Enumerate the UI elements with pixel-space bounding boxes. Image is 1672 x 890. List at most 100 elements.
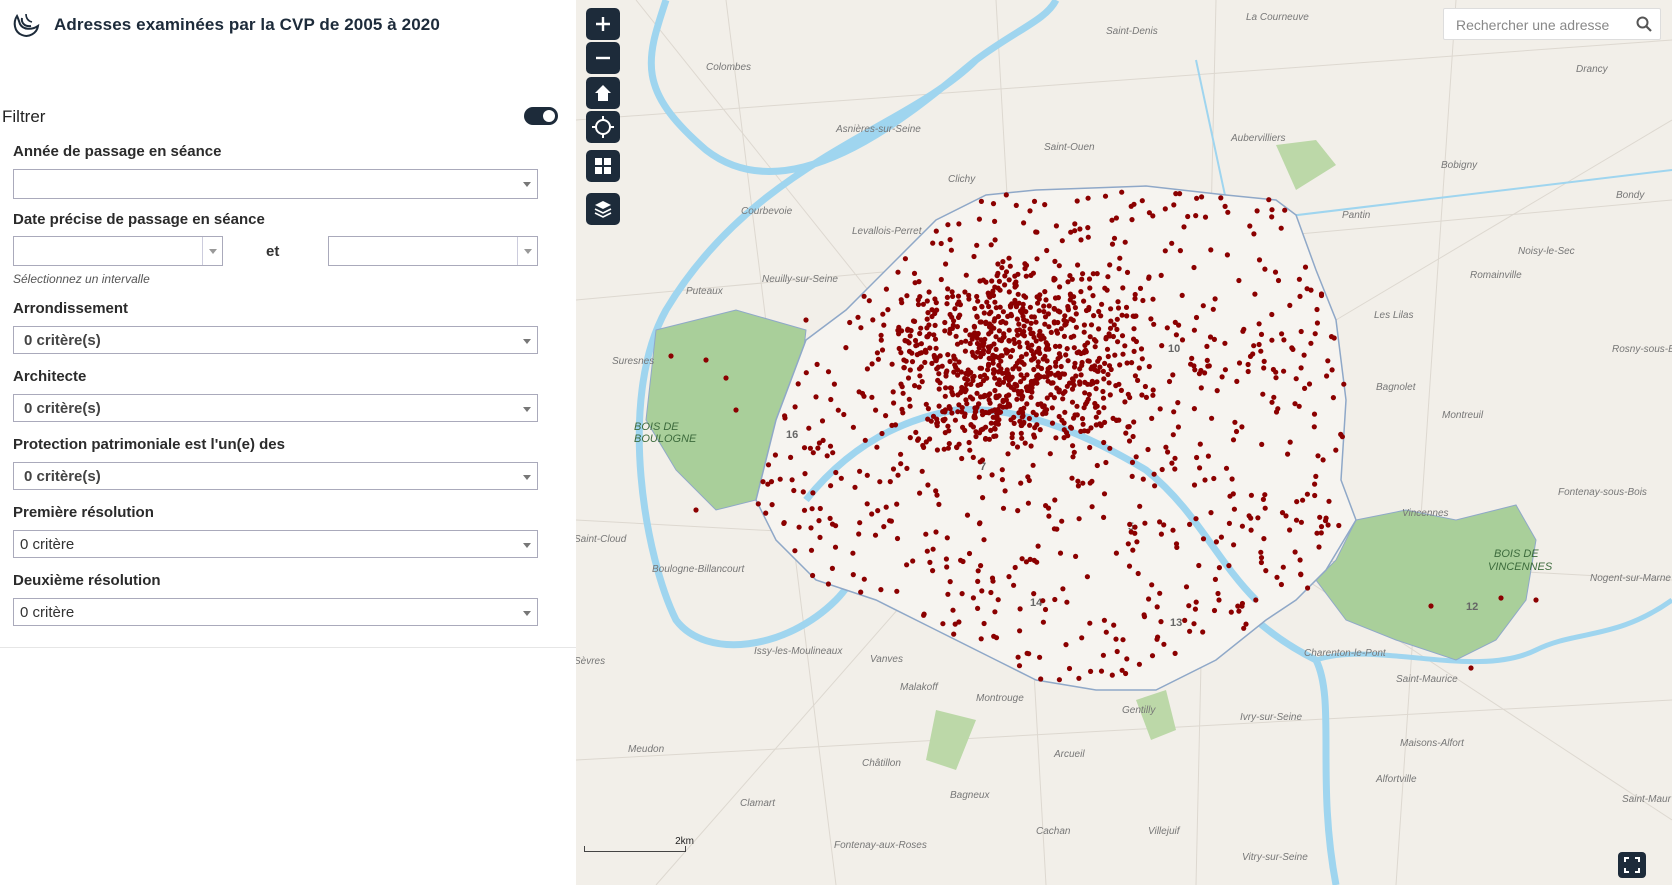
address-marker[interactable] (830, 450, 836, 456)
address-marker[interactable] (1247, 353, 1254, 359)
address-marker[interactable] (1124, 313, 1130, 319)
address-marker[interactable] (1241, 326, 1247, 332)
address-marker[interactable] (1269, 337, 1275, 343)
address-marker[interactable] (1018, 430, 1024, 436)
address-marker[interactable] (1255, 515, 1261, 521)
address-marker[interactable] (1053, 363, 1059, 369)
address-marker[interactable] (925, 482, 931, 488)
address-marker[interactable] (703, 357, 709, 363)
address-marker[interactable] (1053, 435, 1059, 441)
address-marker[interactable] (1034, 294, 1040, 300)
address-marker[interactable] (1177, 248, 1183, 254)
address-marker[interactable] (915, 297, 921, 303)
address-marker[interactable] (974, 313, 980, 319)
address-marker[interactable] (856, 389, 862, 395)
address-marker[interactable] (967, 332, 973, 338)
address-marker[interactable] (1333, 447, 1339, 453)
address-marker[interactable] (943, 556, 949, 562)
address-marker[interactable] (958, 557, 964, 563)
address-marker[interactable] (1031, 434, 1038, 440)
address-marker[interactable] (889, 361, 895, 367)
address-marker[interactable] (1117, 255, 1123, 261)
address-marker[interactable] (806, 425, 812, 431)
address-marker[interactable] (1226, 520, 1232, 527)
address-marker[interactable] (1082, 390, 1088, 396)
address-marker[interactable] (1036, 308, 1042, 314)
address-marker[interactable] (1271, 394, 1277, 400)
address-marker[interactable] (1128, 529, 1134, 535)
address-marker[interactable] (1172, 319, 1178, 325)
address-marker[interactable] (1114, 326, 1120, 332)
address-marker[interactable] (1256, 257, 1263, 263)
address-marker[interactable] (887, 479, 893, 485)
address-marker[interactable] (1024, 401, 1030, 407)
date-end-dropdown[interactable] (517, 237, 537, 265)
address-marker[interactable] (772, 452, 778, 458)
address-marker[interactable] (1041, 303, 1047, 309)
address-marker[interactable] (1119, 312, 1125, 318)
address-marker[interactable] (1069, 376, 1076, 382)
address-marker[interactable] (864, 501, 870, 507)
address-marker[interactable] (1084, 574, 1090, 580)
address-marker[interactable] (1035, 359, 1041, 365)
address-marker[interactable] (1304, 286, 1310, 292)
address-marker[interactable] (980, 277, 986, 283)
address-marker[interactable] (1218, 195, 1224, 201)
address-marker[interactable] (1219, 374, 1225, 380)
address-marker[interactable] (792, 404, 798, 410)
address-marker[interactable] (1011, 414, 1017, 420)
address-marker[interactable] (1017, 606, 1023, 612)
address-marker[interactable] (1037, 654, 1043, 660)
architecte-select[interactable]: 0 critère(s) (13, 394, 538, 422)
address-marker[interactable] (1054, 330, 1061, 336)
address-marker[interactable] (1127, 521, 1133, 528)
address-marker[interactable] (1231, 506, 1237, 512)
address-marker[interactable] (850, 572, 856, 578)
address-marker[interactable] (817, 505, 823, 512)
address-marker[interactable] (993, 635, 1000, 641)
address-marker[interactable] (958, 390, 964, 396)
address-marker[interactable] (1087, 620, 1093, 626)
address-marker[interactable] (1191, 264, 1197, 271)
address-marker[interactable] (981, 620, 987, 627)
address-marker[interactable] (1082, 379, 1088, 385)
address-marker[interactable] (781, 520, 787, 526)
address-marker[interactable] (869, 511, 875, 517)
address-marker[interactable] (1068, 425, 1075, 431)
address-marker[interactable] (1230, 437, 1237, 443)
address-marker[interactable] (1212, 576, 1218, 583)
address-marker[interactable] (1170, 432, 1176, 438)
address-marker[interactable] (902, 337, 908, 344)
address-marker[interactable] (919, 379, 925, 385)
address-marker[interactable] (801, 507, 808, 513)
address-marker[interactable] (956, 299, 962, 305)
address-marker[interactable] (974, 390, 980, 396)
address-marker[interactable] (1019, 556, 1025, 562)
address-marker[interactable] (975, 578, 981, 585)
address-marker[interactable] (1064, 346, 1070, 352)
address-marker[interactable] (1272, 269, 1279, 275)
address-marker[interactable] (1085, 225, 1091, 231)
address-marker[interactable] (1239, 600, 1245, 607)
address-marker[interactable] (850, 550, 856, 556)
address-marker[interactable] (1108, 366, 1114, 373)
address-marker[interactable] (1054, 526, 1060, 532)
address-marker[interactable] (991, 367, 997, 373)
address-marker[interactable] (1059, 417, 1065, 423)
address-marker[interactable] (1150, 387, 1156, 393)
address-marker[interactable] (1042, 289, 1048, 295)
address-marker[interactable] (956, 402, 962, 408)
address-marker[interactable] (910, 558, 916, 564)
address-marker[interactable] (1111, 622, 1117, 628)
arrondissement-select[interactable]: 0 critère(s) (13, 326, 538, 354)
address-marker[interactable] (888, 518, 894, 524)
address-marker[interactable] (1044, 374, 1050, 380)
address-marker[interactable] (1000, 505, 1007, 511)
address-marker[interactable] (1312, 331, 1318, 337)
address-marker[interactable] (1030, 352, 1036, 358)
address-marker[interactable] (878, 337, 884, 343)
address-marker[interactable] (1197, 465, 1203, 471)
address-marker[interactable] (905, 375, 912, 381)
address-marker[interactable] (1031, 366, 1037, 373)
address-marker[interactable] (952, 362, 958, 368)
